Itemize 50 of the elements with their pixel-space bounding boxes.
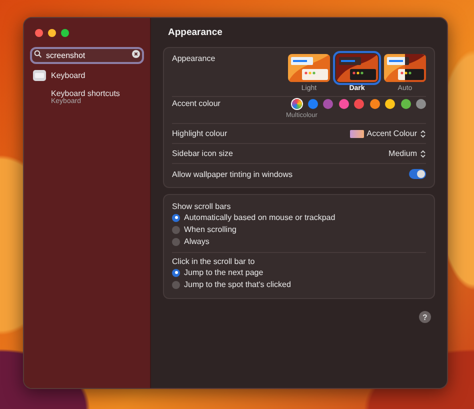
radio-option[interactable]: When scrolling: [172, 224, 426, 235]
setting-label: Appearance: [172, 54, 216, 63]
group-label: Show scroll bars: [172, 202, 232, 211]
keyboard-icon: [33, 70, 46, 81]
colour-swatch[interactable]: [370, 99, 380, 109]
colour-swatch[interactable]: [354, 99, 364, 109]
colour-preview-icon: [350, 130, 364, 138]
search-icon: [34, 50, 42, 58]
colour-swatch[interactable]: [338, 99, 348, 109]
clear-icon[interactable]: [132, 50, 140, 58]
sidebar-item[interactable]: Keyboard: [30, 68, 144, 83]
toggle-switch[interactable]: [409, 169, 426, 179]
radio-button[interactable]: [172, 268, 180, 276]
colour-swatch[interactable]: [308, 99, 318, 109]
multicolour-swatch[interactable]: [292, 99, 302, 109]
close-icon[interactable]: [35, 29, 43, 37]
option-label: Always: [184, 237, 210, 246]
theme-preview-drawing: [336, 54, 378, 82]
colour-swatch[interactable]: [416, 99, 426, 109]
radio-button[interactable]: [172, 226, 180, 234]
radio-option[interactable]: Always: [172, 236, 426, 247]
search-field[interactable]: screenshot: [30, 47, 144, 64]
icon-size-popup[interactable]: Medium: [388, 149, 426, 158]
stepper-icon: [420, 130, 426, 138]
setting-label: Allow wallpaper tinting in windows: [172, 170, 293, 178]
theme-preview-drawing: [384, 54, 426, 82]
pane-title: Appearance: [167, 27, 224, 40]
radio-button[interactable]: [172, 280, 180, 288]
minimize-icon[interactable]: [48, 29, 56, 37]
setting-label: Accent colour: [172, 99, 220, 108]
theme-preview-drawing: [288, 54, 330, 82]
stepper-icon: [420, 150, 426, 158]
help-button[interactable]: ?: [419, 311, 431, 323]
highlight-colour-popup[interactable]: Accent Colour: [350, 129, 426, 138]
radio-option[interactable]: Automatically based on mouse or trackpad: [172, 212, 426, 223]
group-label: Click in the scroll bar to: [172, 257, 256, 266]
option-label: When scrolling: [184, 225, 236, 234]
radio-button[interactable]: [172, 238, 180, 246]
setting-label: Sidebar icon size: [172, 149, 233, 158]
option-label: Jump to the next page: [184, 268, 264, 277]
colour-swatch[interactable]: [400, 99, 410, 109]
setting-label: Highlight colour: [172, 129, 228, 138]
option-label: Automatically based on mouse or trackpad: [184, 213, 336, 222]
radio-button[interactable]: [172, 214, 180, 222]
zoom-icon[interactable]: [61, 29, 69, 37]
radio-option[interactable]: Jump to the spot that's clicked: [172, 279, 426, 290]
radio-option[interactable]: Jump to the next page: [172, 267, 426, 278]
colour-swatch[interactable]: [385, 99, 395, 109]
option-label: Jump to the spot that's clicked: [184, 280, 291, 289]
colour-swatch[interactable]: [323, 99, 333, 109]
